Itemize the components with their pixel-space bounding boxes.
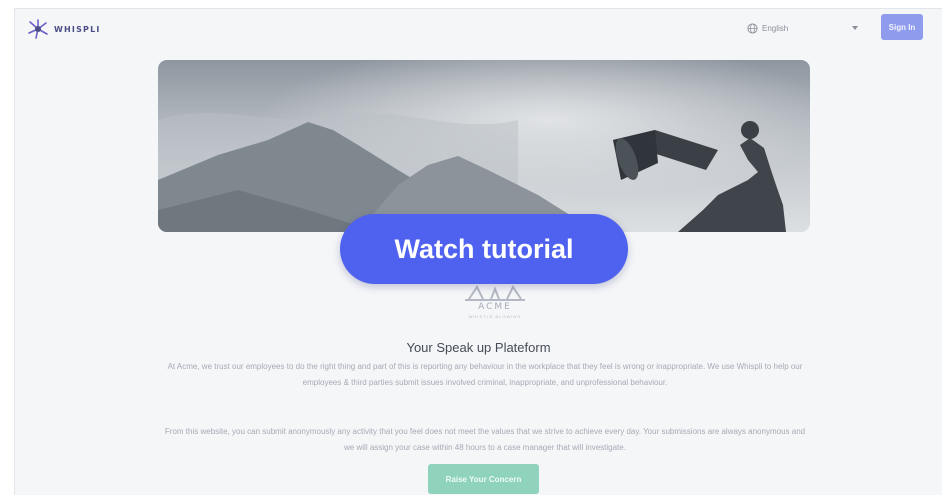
- anonymity-paragraph: From this website, you can submit anonym…: [164, 427, 806, 452]
- brand-name: WHISPLI: [54, 24, 101, 34]
- chevron-down-icon: [852, 26, 858, 30]
- company-name: ACME: [478, 302, 512, 312]
- language-select[interactable]: English: [739, 17, 864, 39]
- intro-paragraph: At Acme, we trust our employees to do th…: [167, 362, 803, 387]
- whispli-logo[interactable]: WHISPLI: [27, 19, 101, 39]
- megaphone-illustration: [158, 60, 810, 232]
- company-tagline: WHISTLE BLOWING: [468, 314, 522, 319]
- language-selected: English: [762, 23, 789, 33]
- top-bar: WHISPLI English Sign In: [15, 9, 942, 47]
- sign-in-button[interactable]: Sign In: [881, 14, 923, 40]
- watch-tutorial-button[interactable]: Watch tutorial: [340, 214, 628, 284]
- page-title: Your Speak up Plateform: [406, 340, 551, 355]
- raise-concern-button[interactable]: Raise Your Concern: [428, 464, 539, 494]
- whispli-logo-icon: [28, 19, 48, 39]
- globe-icon: [747, 22, 758, 34]
- hero-banner-image: [158, 60, 810, 232]
